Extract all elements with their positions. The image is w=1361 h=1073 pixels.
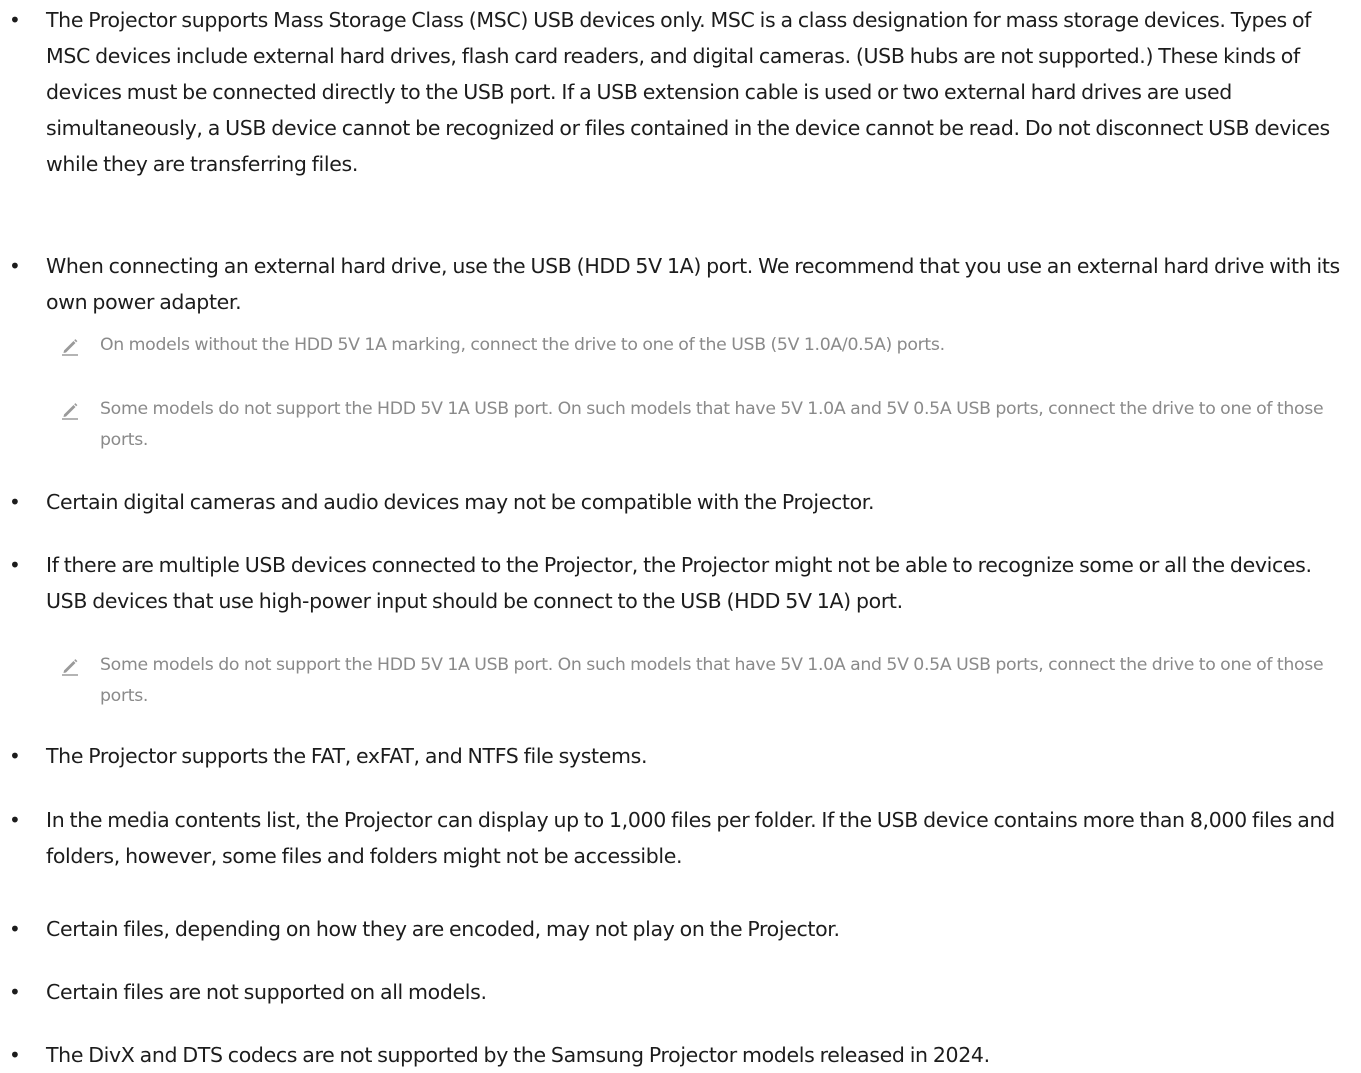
note-item: Some models do not support the HDD 5V 1A…: [60, 394, 1350, 456]
note-item: On models without the HDD 5V 1A marking,…: [60, 330, 1350, 361]
list-item-text: Certain files are not supported on all m…: [46, 980, 487, 1004]
list-item: • The Projector supports the FAT, exFAT,…: [9, 738, 1357, 774]
bullet-icon: •: [9, 553, 21, 577]
list-item: • In the media contents list, the Projec…: [9, 802, 1357, 874]
note-text: Some models do not support the HDD 5V 1A…: [100, 399, 1324, 450]
list-item-text: If there are multiple USB devices connec…: [46, 553, 1312, 613]
note-text: On models without the HDD 5V 1A marking,…: [100, 335, 945, 355]
bullet-icon: •: [9, 744, 21, 768]
list-item-text: The Projector supports Mass Storage Clas…: [46, 8, 1330, 176]
bullet-icon: •: [9, 490, 21, 514]
pencil-icon: [62, 659, 78, 676]
list-item: • Certain files are not supported on all…: [9, 974, 1357, 1010]
list-item: • The Projector supports Mass Storage Cl…: [9, 2, 1357, 182]
list-item: • If there are multiple USB devices conn…: [9, 547, 1357, 619]
list-item-text: Certain files, depending on how they are…: [46, 917, 840, 941]
note-item: Some models do not support the HDD 5V 1A…: [60, 650, 1350, 712]
list-item: • Certain files, depending on how they a…: [9, 911, 1357, 947]
pencil-icon: [62, 403, 78, 420]
list-item-text: In the media contents list, the Projecto…: [46, 808, 1335, 868]
bullet-icon: •: [9, 8, 21, 32]
bullet-icon: •: [9, 254, 21, 278]
list-item-text: The Projector supports the FAT, exFAT, a…: [46, 744, 648, 768]
bullet-icon: •: [9, 808, 21, 832]
note-text: Some models do not support the HDD 5V 1A…: [100, 655, 1324, 706]
list-item: • When connecting an external hard drive…: [9, 248, 1357, 320]
bullet-icon: •: [9, 917, 21, 941]
bullet-icon: •: [9, 980, 21, 1004]
list-item: • Certain digital cameras and audio devi…: [9, 484, 1357, 520]
list-item-text: Certain digital cameras and audio device…: [46, 490, 875, 514]
pencil-icon: [62, 339, 78, 356]
list-item-text: When connecting an external hard drive, …: [46, 254, 1340, 314]
